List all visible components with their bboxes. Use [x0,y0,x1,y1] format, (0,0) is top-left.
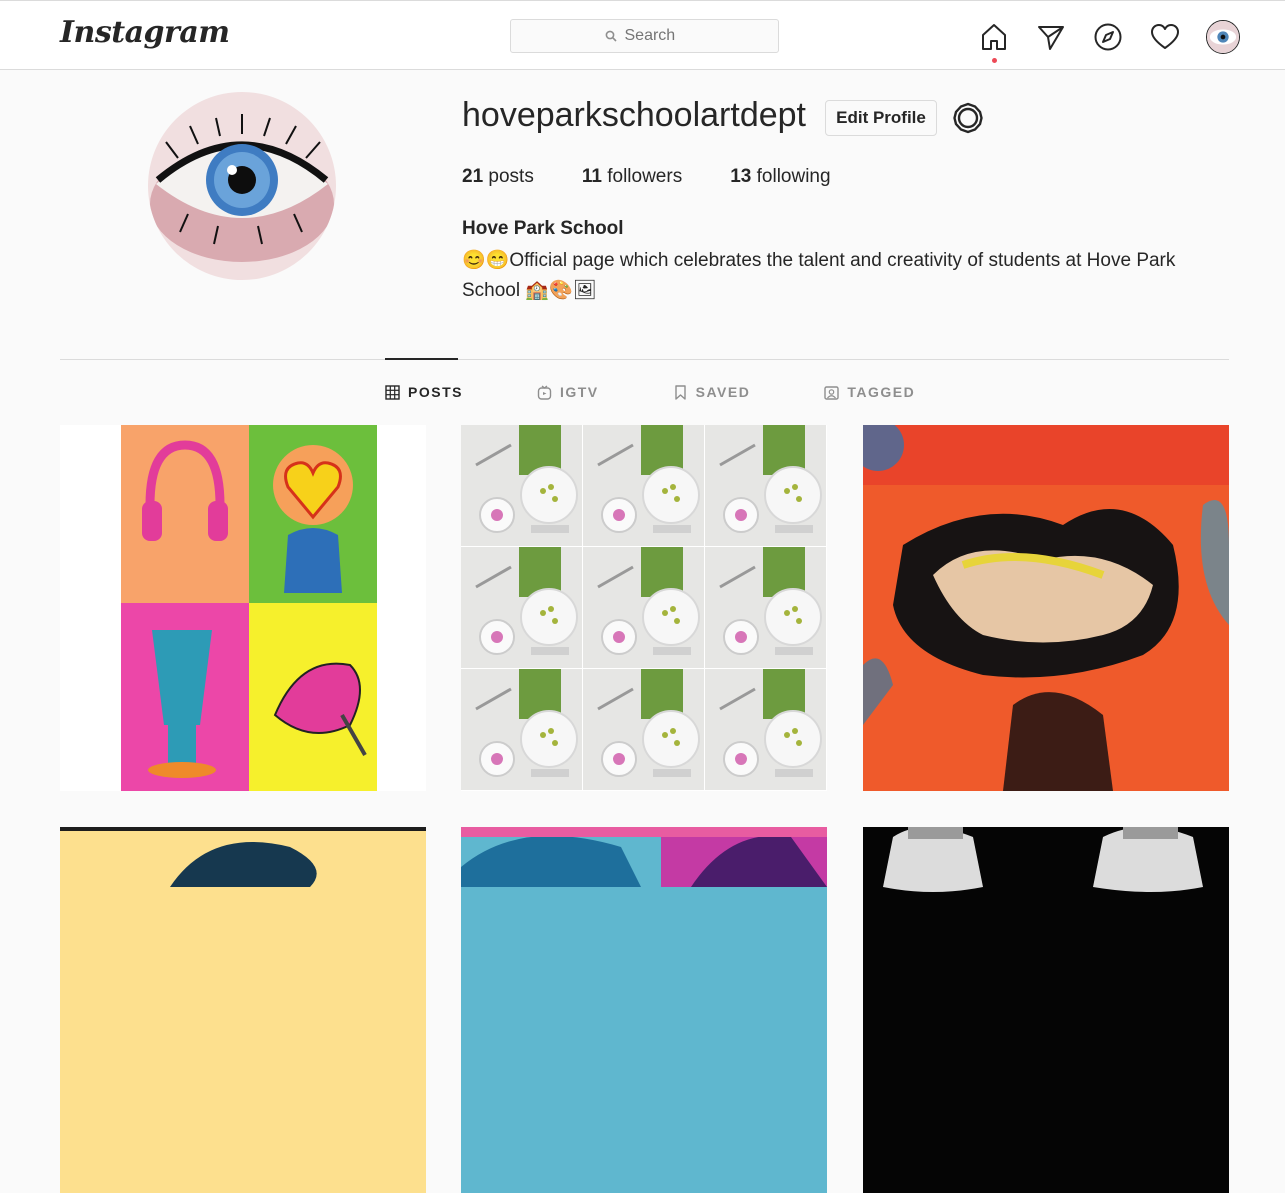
bookmark-icon [674,384,686,400]
activity-button[interactable] [1149,21,1181,53]
followers-stat[interactable]: 11 followers [582,166,682,188]
tab-posts[interactable]: POSTS [385,384,463,400]
notification-dot [992,58,997,63]
tagged-icon [824,385,840,400]
gear-icon [953,102,983,134]
compass-icon [1094,23,1122,51]
profile-full-name: Hove Park School [462,218,624,239]
posts-count: 21 [462,166,484,187]
post-thumbnail[interactable] [863,425,1229,791]
explore-button[interactable] [1092,21,1124,53]
tab-saved-label: SAVED [695,384,751,400]
home-icon [982,24,1006,50]
tab-igtv-label: IGTV [559,384,599,400]
following-stat[interactable]: 13 following [730,166,830,188]
pop-art-drawing-image [121,425,377,791]
profile-stats: 21 posts 11 followers 13 following [462,166,879,188]
instagram-logo[interactable]: Instagram [60,15,230,50]
search-icon [605,30,617,42]
top-navigation-bar: Instagram [0,0,1285,70]
tabs-divider [60,359,1229,360]
heart-icon [1151,24,1179,49]
search-input[interactable] [624,27,685,45]
tab-tagged-label: TAGGED [847,384,916,400]
home-button[interactable] [978,21,1010,63]
following-label: following [756,166,831,187]
followers-label: followers [607,166,683,187]
grid-icon [385,384,400,400]
tab-tagged[interactable]: TAGGED [824,384,915,400]
profile-avatar[interactable] [148,92,336,280]
profile-avatar-button[interactable] [1206,20,1240,54]
animal-print-image [863,425,1229,791]
following-count: 13 [730,166,752,187]
avatar-eye-icon [1207,21,1239,53]
post-thumbnail[interactable] [461,425,827,791]
followers-count: 11 [581,166,602,187]
tab-igtv[interactable]: IGTV [537,384,599,400]
profile-tabs: POSTS IGTV SAVED TAGGED [385,384,989,400]
settings-button[interactable] [952,102,984,134]
teapot-collage-image [461,425,827,791]
tab-posts-label: POSTS [408,384,463,400]
direct-button[interactable] [1035,21,1067,53]
paper-plane-icon [1038,26,1064,50]
profile-bio: 😊😁Official page which celebrates the tal… [462,250,1176,301]
posts-stat[interactable]: 21 posts [462,166,534,188]
posts-label: posts [488,166,534,187]
nav-icons [978,20,1240,63]
igtv-icon [537,384,552,400]
profile-username: hoveparkschoolartdept [462,96,807,134]
post-thumbnail[interactable] [60,425,426,791]
tab-saved[interactable]: SAVED [673,384,751,400]
eye-drawing-image [148,92,336,280]
search-box[interactable] [510,19,779,53]
active-tab-indicator [385,358,458,360]
edit-profile-button[interactable]: Edit Profile [825,100,937,136]
